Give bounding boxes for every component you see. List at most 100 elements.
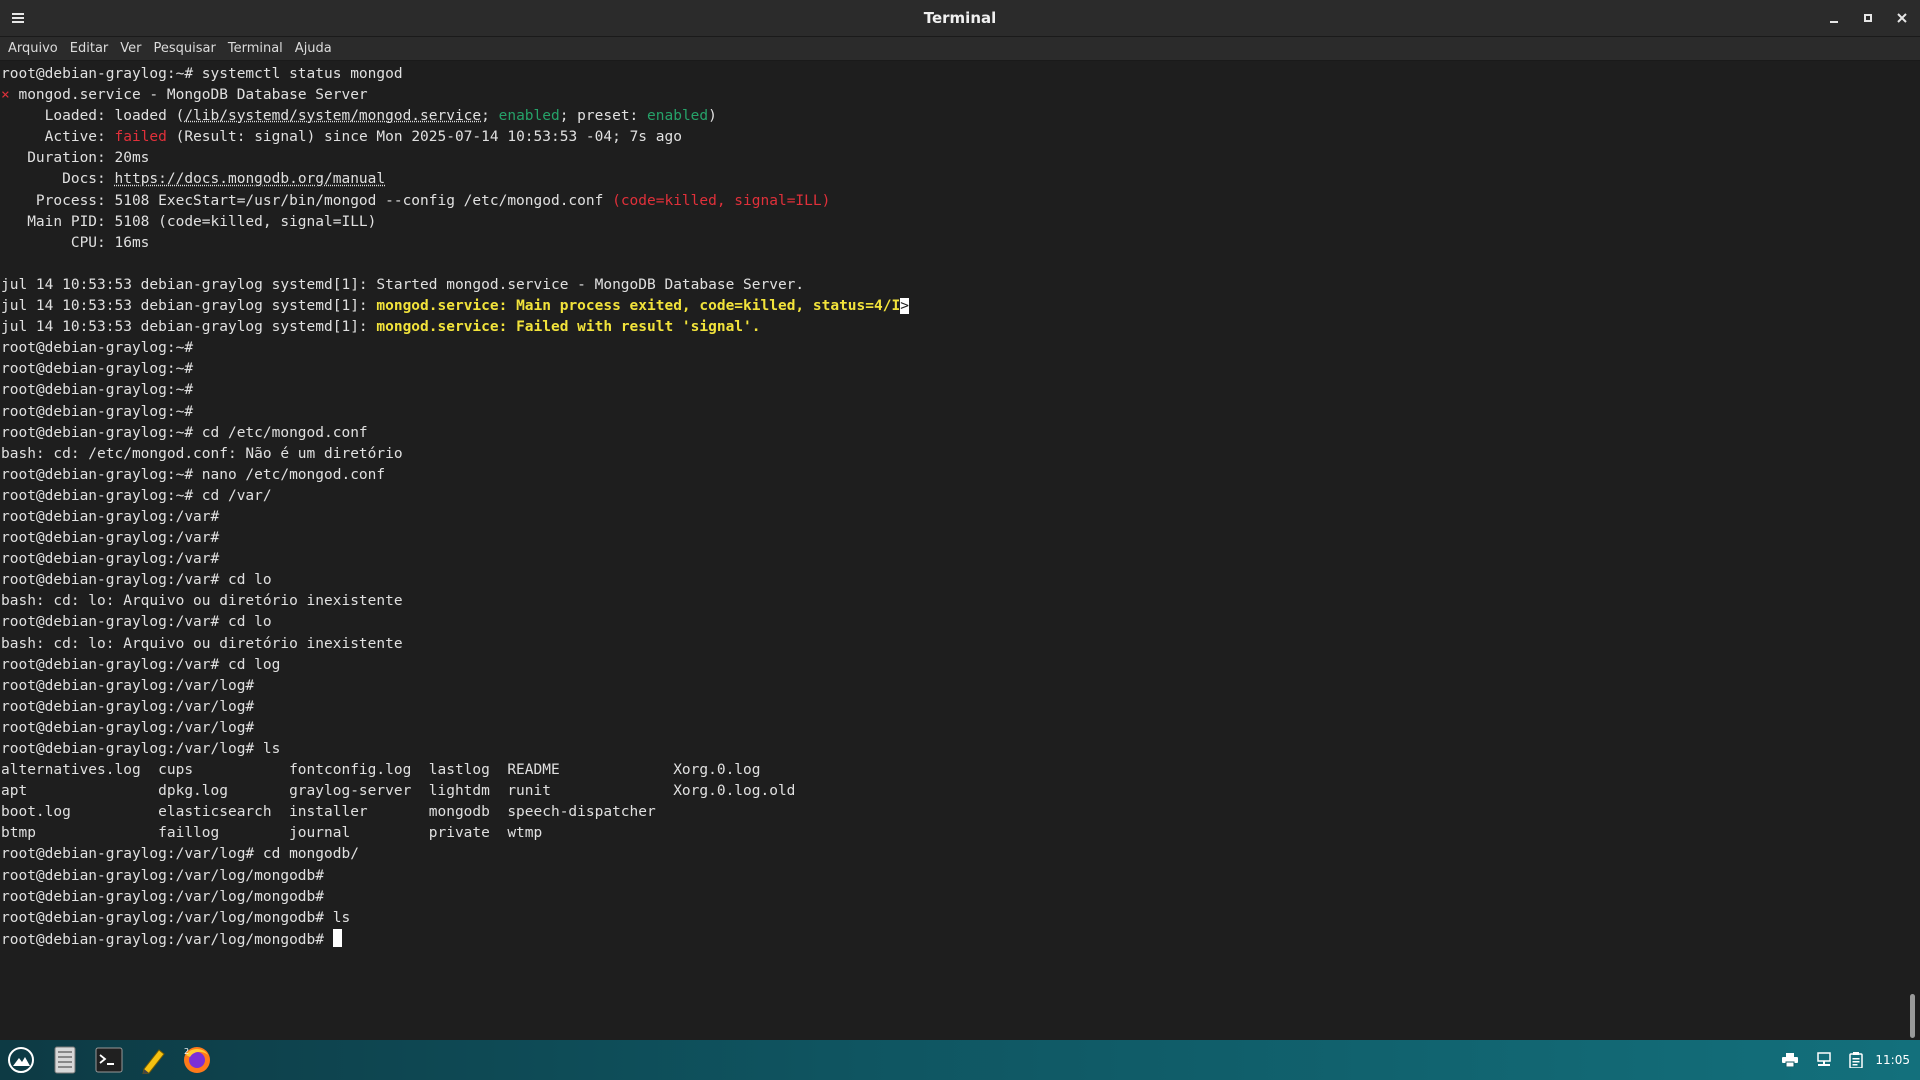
taskbar: 2 11:05 (0, 1040, 1920, 1080)
terminal-text-segment: root@debian-graylog:/var/log# (1, 677, 255, 694)
terminal-line: root@debian-graylog:/var# cd lo (1, 570, 909, 591)
terminal-text-segment: root@debian-graylog:/var# (1, 508, 220, 525)
terminal-output-area[interactable]: root@debian-graylog:~# systemctl status … (0, 62, 1904, 1040)
app-menu-icon[interactable] (5, 1044, 37, 1076)
terminal-text-segment: × (1, 87, 10, 104)
text-editor-icon[interactable] (137, 1044, 169, 1076)
terminal-text-segment: root@debian-graylog:/var/log/mongodb# (1, 888, 325, 905)
terminal-line: bash: cd: lo: Arquivo ou diretório inexi… (1, 591, 909, 612)
terminal-text-segment: jul 14 10:53:53 debian-graylog systemd[1… (1, 319, 377, 336)
terminal-line: root@debian-graylog:~# cd /etc/mongod.co… (1, 423, 909, 444)
terminal-line: jul 14 10:53:53 debian-graylog systemd[1… (1, 275, 909, 296)
terminal-text-segment: enabled (647, 108, 709, 125)
terminal-line: root@debian-graylog:/var/log# ls (1, 739, 909, 760)
terminal-line: root@debian-graylog:/var# (1, 549, 909, 570)
terminal-text-segment: jul 14 10:53:53 debian-graylog systemd[1… (1, 298, 377, 315)
maximize-icon[interactable] (1856, 6, 1880, 30)
terminal-line: × mongod.service - MongoDB Database Serv… (1, 85, 909, 106)
terminal-text-segment: root@debian-graylog:~# systemctl status … (1, 66, 403, 82)
close-icon[interactable] (1890, 6, 1914, 30)
terminal-text-segment: (Result: signal) since Mon 2025-07-14 10… (166, 129, 682, 146)
terminal-line: btmp faillog journal private wtmp (1, 823, 909, 844)
scrollbar-thumb[interactable] (1910, 994, 1915, 1038)
terminal-text-segment: CPU: 16ms (1, 234, 150, 251)
terminal-icon[interactable] (93, 1044, 125, 1076)
terminal-text-segment: root@debian-graylog:/var# cd log (1, 656, 281, 673)
terminal-text-segment: bash: cd: /etc/mongod.conf: Não é um dir… (1, 445, 403, 462)
file-manager-icon[interactable] (49, 1044, 81, 1076)
terminal-line: root@debian-graylog:/var# cd lo (1, 612, 909, 633)
terminal-cursor (332, 928, 342, 947)
terminal-text-segment: failed (114, 129, 167, 146)
terminal-line: bash: cd: /etc/mongod.conf: Não é um dir… (1, 444, 909, 465)
menu-editar[interactable]: Editar (64, 41, 115, 56)
network-icon[interactable] (1814, 1050, 1834, 1070)
menu-terminal[interactable]: Terminal (222, 41, 289, 56)
terminal-line: Loaded: loaded (/lib/systemd/system/mong… (1, 106, 909, 127)
terminal-text-segment: root@debian-graylog:~# cd /etc/mongod.co… (1, 424, 368, 441)
terminal-lines: root@debian-graylog:~# systemctl status … (1, 64, 909, 950)
terminal-text-segment: root@debian-graylog:~# (1, 361, 194, 378)
terminal-line: jul 14 10:53:53 debian-graylog systemd[1… (1, 296, 909, 317)
terminal-text-segment: alternatives.log cups fontconfig.log las… (1, 762, 761, 779)
terminal-scrollbar[interactable] (1904, 62, 1920, 1040)
terminal-line: root@debian-graylog:~# (1, 402, 909, 423)
terminal-text-segment: https://docs.mongodb.org/manual (114, 171, 386, 188)
clipboard-icon[interactable] (1846, 1050, 1866, 1070)
terminal-text-segment: ; (481, 108, 499, 125)
terminal-text-segment: bash: cd: lo: Arquivo ou diretório inexi… (1, 635, 403, 652)
window-title: Terminal (923, 9, 997, 27)
printer-icon[interactable] (1780, 1050, 1800, 1070)
terminal-text-segment: jul 14 10:53:53 debian-graylog systemd[1… (1, 276, 805, 293)
terminal-text-segment: root@debian-graylog:/var/log# cd mongodb… (1, 846, 359, 863)
terminal-text-segment: root@debian-graylog:/var/log/mongodb# (1, 867, 325, 884)
terminal-line: root@debian-graylog:/var/log# (1, 718, 909, 739)
terminal-text-segment: mongod.service: Main process exited, cod… (376, 298, 901, 315)
terminal-line: root@debian-graylog:/var# (1, 528, 909, 549)
terminal-text-segment: mongod.service - MongoDB Database Server (9, 87, 368, 104)
terminal-line: root@debian-graylog:/var/log/mongodb# (1, 887, 909, 908)
terminal-line: Active: failed (Result: signal) since Mo… (1, 127, 909, 148)
menu-arquivo[interactable]: Arquivo (2, 41, 64, 56)
terminal-line: root@debian-graylog:/var# (1, 507, 909, 528)
menu-ver[interactable]: Ver (114, 41, 147, 56)
terminal-line: root@debian-graylog:/var/log# (1, 697, 909, 718)
terminal-text-segment: Process: 5108 ExecStart=/usr/bin/mongod … (1, 192, 613, 209)
firefox-icon[interactable]: 2 (181, 1044, 213, 1076)
terminal-text-segment: root@debian-graylog:~# (1, 403, 194, 420)
terminal-text-segment: root@debian-graylog:/var/log/mongodb# (1, 931, 333, 948)
terminal-text-segment: (code=killed, signal=ILL) (612, 192, 831, 209)
terminal-line: root@debian-graylog:/var# cd log (1, 655, 909, 676)
taskbar-clock[interactable]: 11:05 (1875, 1040, 1910, 1080)
terminal-line: root@debian-graylog:~# (1, 338, 909, 359)
terminal-text-segment: root@debian-graylog:~# (1, 382, 194, 399)
terminal-text-segment: root@debian-graylog:/var# cd lo (1, 614, 272, 631)
terminal-text-segment: root@debian-graylog:~# nano /etc/mongod.… (1, 466, 386, 483)
title-bar: Terminal (0, 0, 1920, 37)
terminal-text-segment: ; preset: (559, 108, 648, 125)
menu-ajuda[interactable]: Ajuda (289, 41, 338, 56)
terminal-text-segment: bash: cd: lo: Arquivo ou diretório inexi… (1, 593, 403, 610)
terminal-text-segment: Docs: (1, 171, 115, 188)
terminal-text-segment: root@debian-graylog:/var# (1, 551, 220, 568)
terminal-text-segment: boot.log elasticsearch installer mongodb… (1, 804, 656, 821)
hamburger-menu-icon[interactable] (6, 6, 30, 30)
terminal-text-segment: root@debian-graylog:~# (1, 340, 194, 357)
minimize-icon[interactable] (1822, 6, 1846, 30)
terminal-line: bash: cd: lo: Arquivo ou diretório inexi… (1, 634, 909, 655)
menu-pesquisar[interactable]: Pesquisar (148, 41, 222, 56)
terminal-text-segment: root@debian-graylog:/var/log# (1, 698, 255, 715)
terminal-line: Process: 5108 ExecStart=/usr/bin/mongod … (1, 191, 909, 212)
terminal-line: Duration: 20ms (1, 148, 909, 169)
terminal-line: apt dpkg.log graylog-server lightdm runi… (1, 781, 909, 802)
terminal-text-segment: apt dpkg.log graylog-server lightdm runi… (1, 783, 796, 800)
terminal-text-segment: /lib/systemd/system/mongod.service (184, 108, 482, 125)
terminal-text-segment: root@debian-graylog:/var/log# (1, 719, 255, 736)
terminal-line: root@debian-graylog:/var/log# (1, 676, 909, 697)
terminal-line: boot.log elasticsearch installer mongodb… (1, 802, 909, 823)
terminal-text-segment: enabled (498, 108, 560, 125)
terminal-text-segment: Loaded: loaded ( (1, 108, 185, 125)
terminal-line: jul 14 10:53:53 debian-graylog systemd[1… (1, 317, 909, 338)
terminal-line: root@debian-graylog:~# (1, 359, 909, 380)
